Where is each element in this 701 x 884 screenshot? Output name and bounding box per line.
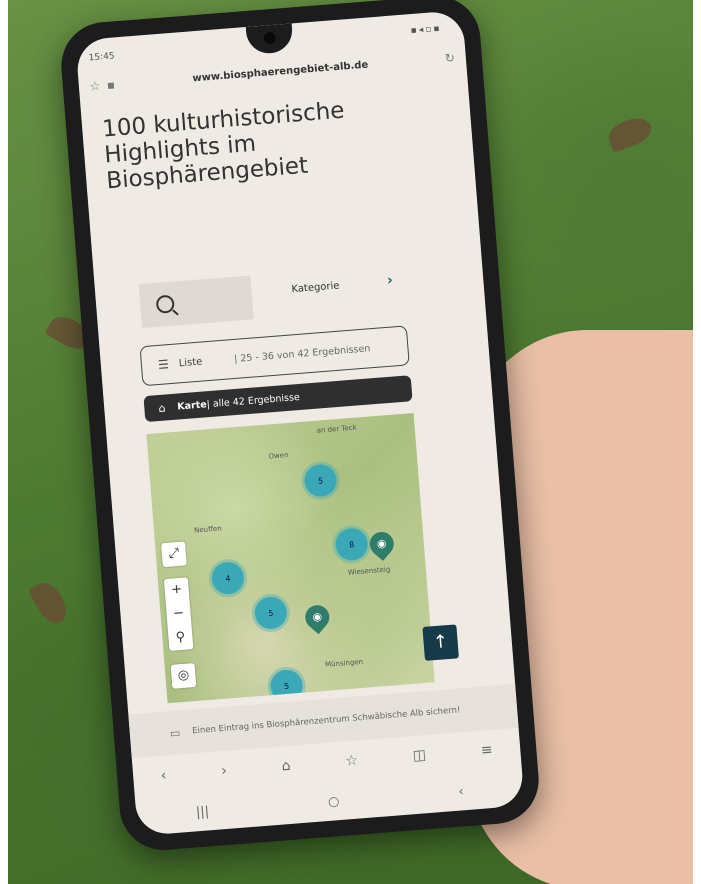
map-label: Karte <box>176 398 208 413</box>
map[interactable]: an der Teck Owen Neuffen Wiesensteig Mün… <box>146 413 435 704</box>
tabs-icon[interactable]: ▪ <box>102 77 119 92</box>
search-box[interactable] <box>138 275 254 329</box>
map-place-label: Neuffen <box>193 524 222 535</box>
status-time: 15:45 <box>88 51 115 64</box>
fullscreen-control[interactable]: ⤢ <box>161 541 187 568</box>
ticket-icon: ▭ <box>169 725 181 740</box>
list-label: Liste <box>178 355 203 369</box>
menu-button[interactable]: ≡ <box>480 742 493 759</box>
camera-icon <box>263 31 277 45</box>
map-cluster[interactable]: 5 <box>303 463 338 498</box>
smartphone: 15:45 ▪◂▫▪ ☆ ▪ www.biosphaerengebiet-alb… <box>58 0 542 854</box>
map-count: | alle 42 Ergebnisse <box>206 391 301 410</box>
map-cluster[interactable]: 5 <box>269 668 304 704</box>
map-cluster[interactable]: 8 <box>334 527 369 562</box>
recents-button[interactable]: ||| <box>195 804 209 820</box>
back-button[interactable]: ‹ <box>160 768 167 784</box>
map-icon: ⌂ <box>157 401 166 415</box>
eye-icon: ◉ <box>376 536 387 551</box>
tabs-button[interactable]: ◫ <box>412 747 426 764</box>
kategorie-filter[interactable]: Kategorie <box>291 280 340 295</box>
phone-screen: 15:45 ▪◂▫▪ ☆ ▪ www.biosphaerengebiet-alb… <box>75 10 525 836</box>
leaf-decoration <box>27 577 73 629</box>
forward-button[interactable]: › <box>221 763 228 779</box>
map-pin[interactable]: ◉ <box>364 527 399 561</box>
locate-icon[interactable]: ◎ <box>171 663 197 689</box>
map-place-label: Wiesensteig <box>347 565 391 577</box>
locate-control[interactable]: ◎ <box>170 663 197 689</box>
status-icons: ▪◂▫▪ <box>410 23 442 37</box>
search-icon[interactable] <box>155 294 175 314</box>
eye-icon: ◉ <box>311 609 323 624</box>
map-place-label: Owen <box>268 451 289 461</box>
url-text[interactable]: www.biosphaerengebiet-alb.de <box>118 53 442 89</box>
result-count: | 25 - 36 von 42 Ergebnissen <box>233 342 371 365</box>
scroll-to-top-button[interactable]: ↑ <box>422 624 459 661</box>
chevron-right-icon[interactable]: › <box>386 272 393 288</box>
list-view-button[interactable]: ☰ Liste | 25 - 36 von 42 Ergebnissen <box>139 325 410 387</box>
map-pin[interactable]: ◉ <box>300 600 335 635</box>
map-cluster[interactable]: 4 <box>210 560 246 596</box>
zoom-out-button[interactable]: − <box>166 601 192 627</box>
map-place-label: Münsingen <box>324 657 364 669</box>
system-home-button[interactable]: ○ <box>328 794 340 810</box>
fullscreen-icon[interactable]: ⤢ <box>161 541 187 567</box>
zoom-in-button[interactable]: + <box>164 577 190 603</box>
list-icon: ☰ <box>157 357 170 372</box>
system-back-button[interactable]: ‹ <box>458 784 464 799</box>
leaf-decoration <box>604 113 656 153</box>
map-place-label: an der Teck <box>316 423 357 435</box>
star-icon[interactable]: ☆ <box>86 78 103 94</box>
photo-scene: 15:45 ▪◂▫▪ ☆ ▪ www.biosphaerengebiet-alb… <box>8 0 693 884</box>
bookmark-button[interactable]: ☆ <box>345 753 359 770</box>
reload-icon[interactable]: ↻ <box>441 51 458 66</box>
notch <box>245 23 294 55</box>
banner-text: Einen Eintrag ins Biosphärenzentrum Schw… <box>191 705 461 737</box>
map-cluster[interactable]: 5 <box>253 595 289 631</box>
zoom-control[interactable]: + − ⚲ <box>163 577 194 651</box>
home-button[interactable]: ⌂ <box>281 758 291 775</box>
compass-icon[interactable]: ⚲ <box>168 625 194 651</box>
page-title: 100 kulturhistorische Highlights im Bios… <box>101 97 346 195</box>
